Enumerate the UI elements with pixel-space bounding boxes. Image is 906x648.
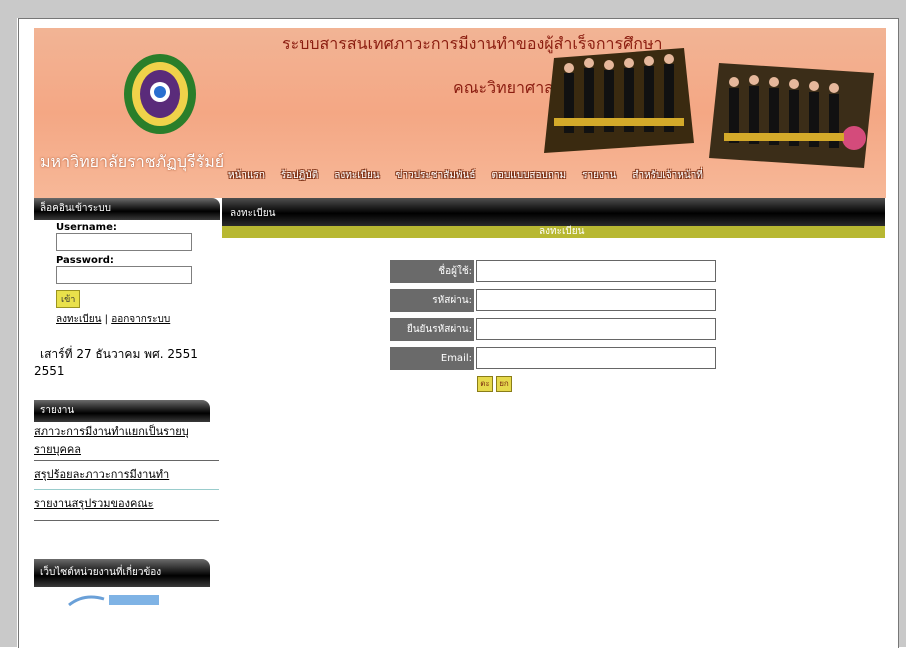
report-link-faculty-summary[interactable]: รายงานสรุปรวมของคณะ <box>34 497 154 510</box>
related-sites-heading: เว็บไซต์หน่วยงานที่เกี่ยวข้อง <box>34 559 210 587</box>
password-field-label: รหัสผ่าน: <box>390 289 474 312</box>
email-field-label: Email: <box>390 347 474 370</box>
current-date-year: 2551 <box>34 364 65 378</box>
page-right-margin <box>898 18 906 647</box>
browser-topbar <box>0 0 906 18</box>
reg-email-input[interactable] <box>476 347 716 369</box>
password-input[interactable] <box>56 266 192 284</box>
university-logo-icon <box>124 54 196 134</box>
menu-questionnaire[interactable]: ตอบแบบสอบถาม <box>483 168 574 183</box>
sidebar: ล็อคอินเข้าระบบ Username: Password: เข้า… <box>34 198 220 610</box>
menu-register[interactable]: ลงทะเบียน <box>326 168 387 183</box>
reg-confirm-password-input[interactable] <box>476 318 716 340</box>
report-link-employment-by-person[interactable]: สภาวะการมีงานทำแยกเป็นรายบุ <box>34 425 189 438</box>
logout-link[interactable]: ออกจากระบบ <box>111 314 170 325</box>
reports-heading: รายงาน <box>34 400 210 422</box>
content-header: ลงทะเบียน <box>222 198 885 226</box>
university-name: มหาวิทยาลัยราชภัฏบุรีรัมย์ <box>40 152 225 171</box>
partner-logo-icon <box>68 595 159 607</box>
link-separator: | <box>104 314 108 325</box>
site-header: มหาวิทยาลัยราชภัฏบุรีรัมย์ ระบบสารสนเทศภ… <box>34 28 886 198</box>
menu-home[interactable]: หน้าแรก <box>220 168 273 183</box>
content-subheader-title: ลงทะเบียน <box>539 226 585 237</box>
confirm-password-field-label: ยืนยันรหัสผ่าน: <box>390 318 474 341</box>
report-link-employment-percent[interactable]: สรุปร้อยละภาวะการมีงานทำ <box>34 468 169 481</box>
login-submit-button[interactable]: เข้า <box>56 290 81 308</box>
register-link[interactable]: ลงทะเบียน <box>56 314 101 325</box>
menu-guidelines[interactable]: ร้อปฏิบัติ <box>273 168 326 183</box>
graduates-photo-1 <box>544 48 694 153</box>
login-heading: ล็อคอินเข้าระบบ <box>34 198 220 220</box>
register-cancel-button[interactable]: ยก <box>496 376 512 392</box>
username-field-label: ชื่อผู้ใช้: <box>390 260 474 283</box>
username-input[interactable] <box>56 233 192 251</box>
password-label: Password: <box>56 255 114 266</box>
menu-news[interactable]: ข่าวประชาสัมพันธ์ <box>388 168 484 183</box>
main-menu: หน้าแรก ร้อปฏิบัติ ลงทะเบียน ข่าวประชาสั… <box>220 168 884 183</box>
register-submit-button[interactable]: ตะ <box>477 376 493 392</box>
content-header-title: ลงทะเบียน <box>230 208 276 219</box>
menu-reports[interactable]: รายงาน <box>574 168 624 183</box>
menu-staff[interactable]: สำหรับเจ้าหน้าที่ <box>624 168 711 183</box>
page-left-margin <box>0 18 17 647</box>
reg-password-input[interactable] <box>476 289 716 311</box>
username-label: Username: <box>56 222 117 233</box>
reg-username-input[interactable] <box>476 260 716 282</box>
report-link-person[interactable]: รายบุคคล <box>34 443 81 456</box>
content-subheader: ลงทะเบียน <box>222 226 885 238</box>
current-date: เสาร์ที่ 27 ธันวาคม พศ. 2551 <box>40 347 198 361</box>
graduates-photo-2 <box>709 63 874 168</box>
